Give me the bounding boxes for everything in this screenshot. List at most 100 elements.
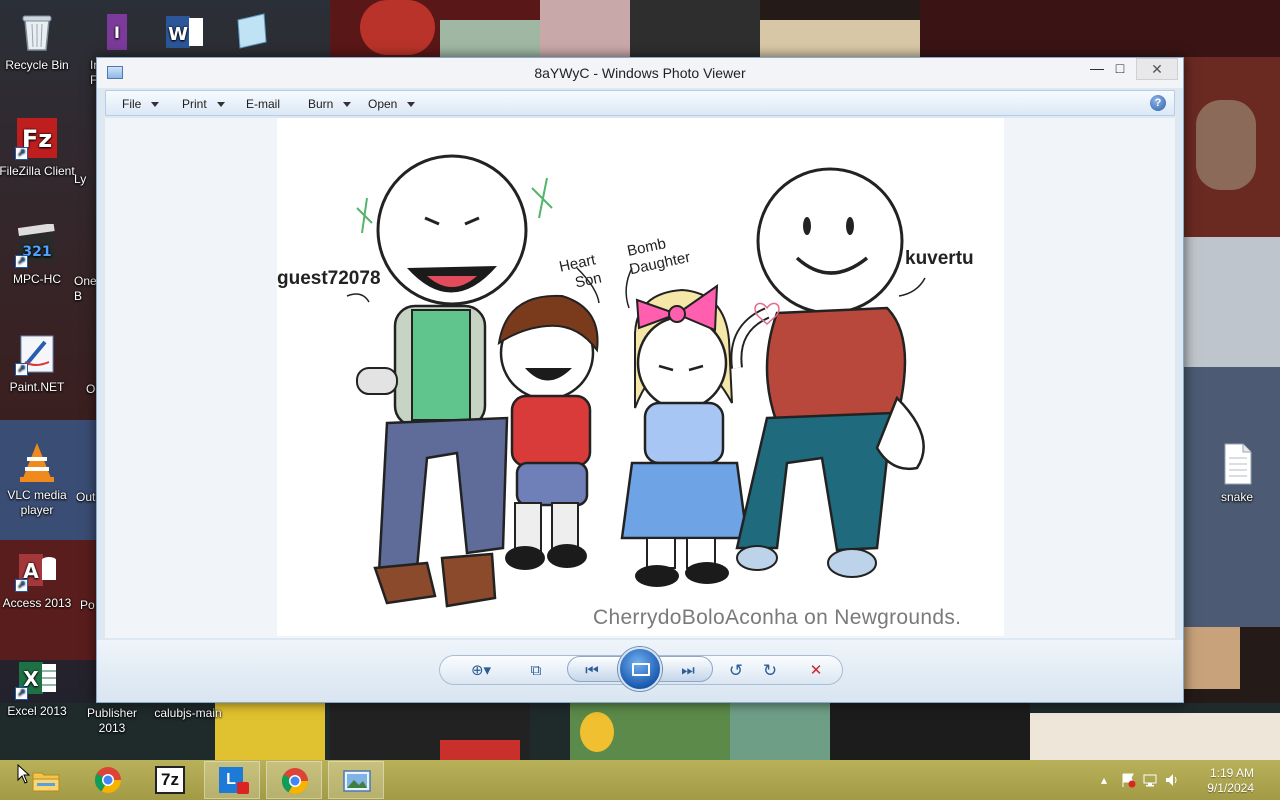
- chrome-icon: [93, 765, 123, 795]
- photo-viewer-icon: [342, 766, 372, 796]
- excel-icon: X ↗: [15, 656, 59, 700]
- taskbar-photo-viewer[interactable]: [328, 761, 384, 799]
- desktop-icon-outlook[interactable]: Out: [76, 490, 98, 505]
- slideshow-screen-icon: [632, 663, 650, 676]
- desktop-icon-label: Paint.NET: [9, 380, 65, 394]
- vlc-cone-icon: [15, 440, 59, 484]
- displayed-image: guest72078 kuvertu Heart Son Bomb Daught…: [277, 118, 1004, 636]
- desktop-icon-label: Publisher 2013: [86, 706, 138, 735]
- desktop-icon-access[interactable]: A ↗ Access 2013: [0, 548, 76, 611]
- action-center-flag-icon[interactable]: [1120, 772, 1136, 788]
- label-kuvertu: kuvertu: [905, 248, 974, 269]
- label-guest: guest72078: [277, 268, 381, 289]
- desktop-icon-label: O: [86, 382, 96, 396]
- chrome-icon: [280, 766, 310, 796]
- maximize-button[interactable]: □: [1103, 58, 1137, 80]
- show-hidden-icons-button[interactable]: ▴: [1096, 772, 1112, 788]
- desktop-icon-label: Excel 2013: [7, 704, 67, 718]
- system-clock[interactable]: 1:19 AM 9/1/2024: [1207, 766, 1254, 796]
- filezilla-icon: Fz ↗: [15, 116, 59, 160]
- error-badge-icon: [237, 782, 249, 794]
- slideshow-button[interactable]: [618, 647, 662, 691]
- clock-date: 9/1/2024: [1207, 781, 1254, 795]
- menu-email-label: E-mail: [246, 97, 281, 111]
- desktop-icon-calubjs-main[interactable]: calubjs-main: [148, 706, 228, 721]
- next-icon[interactable]: ⏭: [677, 661, 699, 681]
- dropdown-caret-icon: [407, 102, 416, 108]
- volume-icon[interactable]: [1164, 772, 1180, 788]
- desktop-icon-label: Out: [76, 490, 96, 504]
- help-icon[interactable]: ?: [1150, 95, 1166, 111]
- rotate-clockwise-icon[interactable]: ↻: [759, 661, 781, 681]
- actual-size-icon[interactable]: ⧉: [525, 661, 547, 681]
- shortcut-arrow-icon: ↗: [15, 687, 28, 700]
- cartoon-illustration: [346, 154, 926, 608]
- title-bar[interactable]: 8aYWyC - Windows Photo Viewer — □ ✕: [97, 58, 1183, 88]
- taskbar: 7z L ▴ 1:19 AM 9/1/2024: [0, 760, 1280, 800]
- desktop-icon-recycle-bin[interactable]: Recycle Bin: [0, 10, 76, 73]
- svg-text:W: W: [168, 24, 188, 45]
- desktop-icon-label: Ly: [74, 172, 87, 186]
- desktop-icon-publisher[interactable]: Publisher 2013: [72, 706, 152, 736]
- shortcut-arrow-icon: ↗: [15, 579, 28, 592]
- desktop-icon-label: MPC-HC: [13, 272, 61, 286]
- image-viewer-area[interactable]: guest72078 kuvertu Heart Son Bomb Daught…: [105, 118, 1175, 638]
- delete-icon[interactable]: ✕: [805, 661, 827, 681]
- window-title: 8aYWyC - Windows Photo Viewer: [534, 65, 746, 81]
- word-icon: W: [162, 10, 206, 54]
- desktop-icon-label: Recycle Bin: [5, 58, 69, 72]
- desktop-icon-label: calubjs-main: [154, 706, 222, 720]
- menu-burn[interactable]: Burn: [308, 97, 352, 111]
- taskbar-7zip[interactable]: 7z: [142, 761, 198, 799]
- desktop-icon-paint-net[interactable]: ↗ Paint.NET: [0, 332, 76, 395]
- mpc-hc-icon: 321 ↗: [15, 223, 59, 268]
- desktop-icon-label: VLC media player: [7, 488, 67, 517]
- desktop-icon-label: B: [74, 289, 83, 303]
- playback-control-bar: ⊕▾ ⧉ ⏮ ⏭ ↺ ↻ ✕: [97, 640, 1183, 702]
- dropdown-caret-icon: [151, 102, 160, 108]
- shortcut-arrow-icon: ↗: [15, 147, 28, 160]
- menu-burn-label: Burn: [308, 97, 334, 111]
- taskbar-chrome-2[interactable]: [266, 761, 322, 799]
- rotate-counterclockwise-icon[interactable]: ↺: [725, 661, 747, 681]
- infopath-icon: I: [91, 10, 135, 54]
- desktop-icon-label: One: [74, 274, 97, 288]
- desktop-icon-label: snake: [1220, 490, 1254, 504]
- desktop-icon-label: Access 2013: [2, 596, 72, 610]
- access-icon: A ↗: [15, 548, 59, 592]
- dropdown-caret-icon: [216, 102, 225, 108]
- desktop-icon-vlc[interactable]: VLC media player: [0, 440, 76, 518]
- desktop-icon-mpc-hc[interactable]: 321 ↗ MPC-HC: [0, 223, 76, 287]
- 7zip-icon: 7z: [155, 766, 185, 794]
- desktop-icon-infopath[interactable]: I In Fi: [74, 10, 152, 87]
- dropdown-caret-icon: [343, 102, 352, 108]
- menu-open-label: Open: [368, 97, 398, 111]
- network-icon[interactable]: [1142, 772, 1158, 788]
- menu-open[interactable]: Open: [368, 97, 416, 111]
- 7zip-label: 7z: [161, 770, 179, 789]
- taskbar-chrome[interactable]: [80, 761, 136, 799]
- folder-icon: [31, 765, 61, 795]
- close-button[interactable]: ✕: [1136, 58, 1178, 80]
- menu-print[interactable]: Print: [182, 97, 225, 111]
- desktop-icon-excel[interactable]: X ↗ Excel 2013: [0, 656, 76, 719]
- clock-time: 1:19 AM: [1209, 766, 1254, 780]
- previous-icon[interactable]: ⏮: [581, 661, 603, 681]
- photo-viewer-window: 8aYWyC - Windows Photo Viewer — □ ✕ File…: [96, 57, 1184, 703]
- menu-file[interactable]: File: [122, 97, 160, 111]
- menu-email[interactable]: E-mail: [246, 97, 280, 111]
- shortcut-arrow-icon: ↗: [15, 255, 28, 268]
- svg-text:I: I: [114, 23, 120, 42]
- desktop-icon-snake[interactable]: snake: [1198, 442, 1276, 505]
- image-credit-text: CherrydoBoloAconha on Newgrounds.: [593, 606, 962, 629]
- desktop-icon-notepad[interactable]: [225, 8, 275, 56]
- paint-net-icon: ↗: [15, 332, 59, 376]
- desktop-icon-label: Po: [80, 598, 95, 612]
- desktop-icon-filezilla[interactable]: Fz ↗ FileZilla Client: [0, 116, 76, 179]
- text-file-icon: [1215, 442, 1259, 486]
- zoom-icon[interactable]: ⊕▾: [465, 661, 497, 681]
- menu-print-label: Print: [182, 97, 207, 111]
- menu-file-label: File: [122, 97, 142, 111]
- taskbar-lync[interactable]: L: [204, 761, 260, 799]
- notepad-icon: [228, 8, 272, 52]
